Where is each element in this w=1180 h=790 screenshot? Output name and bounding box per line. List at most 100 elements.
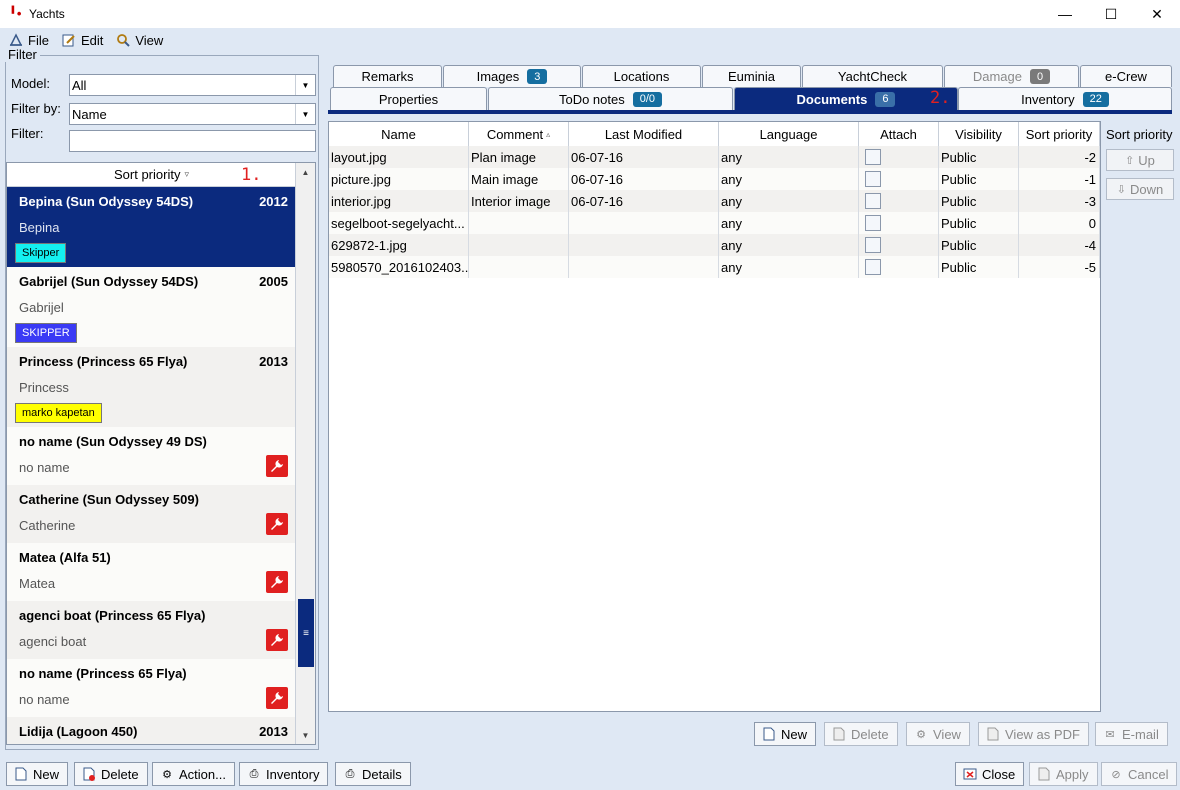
close-button[interactable]: Close (955, 762, 1025, 786)
inventory-button[interactable]: ⎙ Inventory (239, 762, 329, 786)
list-item[interactable]: Princess (Princess 65 Flya) 2013 Princess m… (7, 347, 296, 427)
menu-view[interactable]: View (115, 32, 163, 48)
attach-checkbox[interactable] (865, 237, 881, 253)
tab-locations[interactable]: Locations (582, 65, 701, 87)
wrench-icon[interactable] (266, 513, 288, 535)
list-scrollbar[interactable]: ▲ ≡ ▼ (295, 163, 315, 744)
close-window-button[interactable]: ✕ (1134, 0, 1180, 28)
cell-name: 629872-1.jpg (329, 234, 469, 256)
wrench-icon[interactable] (266, 455, 288, 477)
table-row[interactable]: segelboot-segelyacht... any Public 0 (329, 212, 1100, 234)
chevron-down-icon[interactable]: ▼ (295, 75, 315, 95)
tab-remarks[interactable]: Remarks (333, 65, 442, 87)
move-down-button[interactable]: ⇩ Down (1106, 178, 1174, 200)
filter-by-select[interactable]: Name ▼ (69, 103, 316, 125)
doc-view-button[interactable]: ⚙ View (906, 722, 970, 746)
attach-checkbox[interactable] (865, 171, 881, 187)
cancel-label: Cancel (1128, 766, 1169, 782)
tab-yachtcheck[interactable]: YachtCheck (802, 65, 943, 87)
cancel-button[interactable]: ⊘ Cancel (1101, 762, 1178, 786)
list-item[interactable]: Matea (Alfa 51) Matea (7, 543, 296, 601)
attach-checkbox[interactable] (865, 149, 881, 165)
cell-visibility: Public (939, 168, 1019, 190)
maximize-button[interactable]: ☐ (1088, 0, 1134, 28)
yacht-logo-icon: ╹• (9, 6, 22, 21)
column-header[interactable]: Comment ▵ (469, 122, 569, 146)
sort-down-icon: ▿ (184, 169, 189, 179)
column-header[interactable]: Visibility (939, 122, 1019, 146)
tab-todo-notes[interactable]: ToDo notes 0/0 (488, 87, 733, 110)
model-select[interactable]: All ▼ (69, 74, 316, 96)
list-item[interactable]: Lidija (Lagoon 450) 2013 (7, 717, 296, 744)
details-button[interactable]: ⎙ Details (335, 762, 411, 786)
apply-button[interactable]: Apply (1029, 762, 1098, 786)
delete-button[interactable]: Delete (74, 762, 148, 786)
attach-checkbox[interactable] (865, 259, 881, 275)
scroll-up-icon[interactable]: ▲ (296, 163, 315, 181)
wrench-icon[interactable] (266, 687, 288, 709)
annotation-2: 2. (930, 88, 951, 108)
new-document-icon (761, 726, 777, 742)
tab-documents[interactable]: Documents 6 (734, 87, 958, 110)
cell-visibility: Public (939, 146, 1019, 168)
column-header-label: Sort priority (1025, 126, 1093, 142)
cell-comment: Main image (469, 168, 569, 190)
tab-label: Euminia (728, 69, 775, 84)
tab-euminia[interactable]: Euminia (702, 65, 801, 87)
wrench-icon[interactable] (266, 571, 288, 593)
attach-cell (859, 168, 939, 190)
wrench-icon[interactable] (266, 629, 288, 651)
column-header[interactable]: Attach (859, 122, 939, 146)
filter-input[interactable] (69, 130, 316, 152)
table-row[interactable]: 5980570_2016102403... any Public -5 (329, 256, 1100, 278)
view-pdf-button[interactable]: View as PDF (978, 722, 1089, 746)
skipper-badge: SKIPPER (15, 323, 77, 343)
column-header[interactable]: Language (719, 122, 859, 146)
new-button[interactable]: New (6, 762, 69, 786)
list-item[interactable]: Catherine (Sun Odyssey 509) Catherine (7, 485, 296, 543)
doc-delete-button[interactable]: Delete (824, 722, 898, 746)
column-header[interactable]: Sort priority (1019, 122, 1100, 146)
email-button[interactable]: ✉ E-mail (1095, 722, 1168, 746)
attach-checkbox[interactable] (865, 215, 881, 231)
cell-visibility: Public (939, 234, 1019, 256)
attach-checkbox[interactable] (865, 193, 881, 209)
move-up-label: Up (1138, 152, 1155, 168)
column-header[interactable]: Last Modified (569, 122, 719, 146)
menu-bar: File Edit View (0, 28, 1180, 52)
scroll-down-icon[interactable]: ▼ (296, 726, 315, 744)
yacht-subtitle: Catherine (19, 518, 76, 533)
scroll-thumb[interactable]: ≡ (298, 599, 314, 667)
action-button[interactable]: ⚙ Action... (152, 762, 235, 786)
move-up-button[interactable]: ⇧ Up (1106, 149, 1174, 171)
list-item[interactable]: Gabrijel (Sun Odyssey 54DS) 2005 Gabrijel S… (7, 267, 296, 347)
documents-table[interactable]: Name Comment ▵ Last Modified Language Attach V… (328, 121, 1101, 712)
filter-text-label: Filter: (11, 126, 44, 141)
tab-e-crew[interactable]: e-Crew (1080, 65, 1172, 87)
tab-damage[interactable]: Damage 0 (944, 65, 1079, 87)
list-item[interactable]: no name (Sun Odyssey 49 DS) no name (7, 427, 296, 485)
tab-images[interactable]: Images 3 (443, 65, 581, 87)
list-item[interactable]: no name (Princess 65 Flya) no name (7, 659, 296, 717)
table-row[interactable]: picture.jpg Main image 06-07-16 any Public -1 (329, 168, 1100, 190)
minimize-button[interactable]: — (1042, 0, 1088, 28)
table-row[interactable]: layout.jpg Plan image 06-07-16 any Public -2 (329, 146, 1100, 168)
yacht-year: 2005 (259, 274, 288, 289)
yacht-list[interactable]: Sort priority ▿ Bepina (Sun Odyssey 54DS… (6, 162, 316, 745)
menu-file[interactable]: File (8, 32, 49, 48)
menu-edit[interactable]: Edit (61, 32, 103, 48)
column-header[interactable]: Name (329, 122, 469, 146)
table-row[interactable]: 629872-1.jpg any Public -4 (329, 234, 1100, 256)
doc-delete-label: Delete (851, 726, 889, 742)
doc-new-button[interactable]: New (754, 722, 817, 746)
chevron-down-icon[interactable]: ▼ (295, 104, 315, 124)
tab-inventory[interactable]: Inventory 22 (958, 87, 1172, 110)
table-row[interactable]: interior.jpg Interior image 06-07-16 any Pub… (329, 190, 1100, 212)
attach-cell (859, 146, 939, 168)
cell-sort: -2 (1019, 146, 1100, 168)
edit-icon (61, 32, 77, 48)
list-item[interactable]: Bepina (Sun Odyssey 54DS) 2012 Bepina Skipp… (7, 187, 296, 267)
tab-properties[interactable]: Properties (330, 87, 487, 110)
model-label: Model: (11, 76, 51, 91)
list-item[interactable]: agenci boat (Princess 65 Flya) agenci boa… (7, 601, 296, 659)
